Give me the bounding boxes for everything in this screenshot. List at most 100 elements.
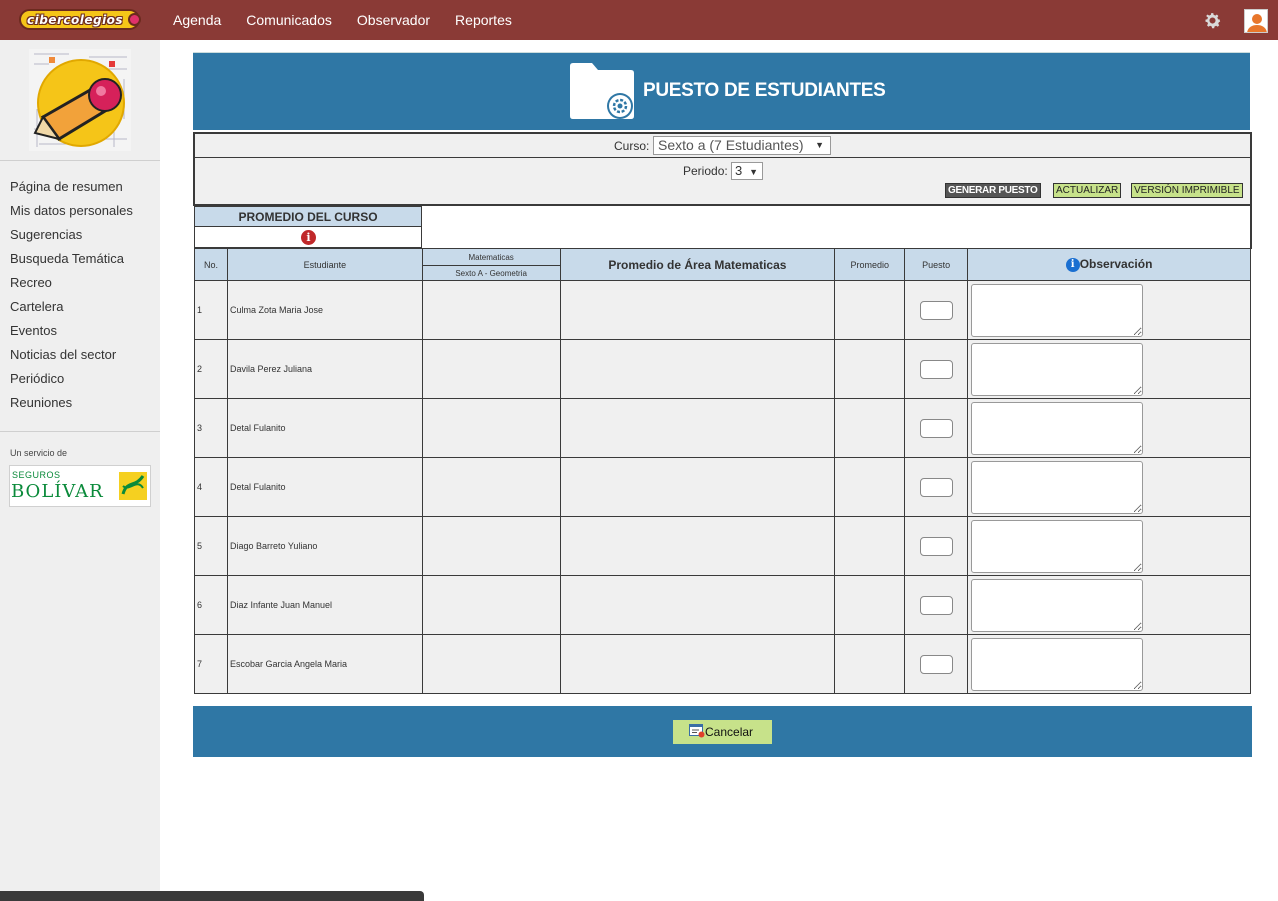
- observacion-textarea[interactable]: [971, 401, 1144, 455]
- row-puesto-cell: [904, 634, 969, 694]
- sidebar-item-noticias[interactable]: Noticias del sector: [10, 346, 133, 370]
- row-no: 1: [194, 280, 228, 340]
- curso-select-value: Sexto a (7 Estudiantes): [658, 137, 804, 153]
- periodo-select-value: 3: [735, 163, 743, 178]
- row-promedio-area: [559, 516, 836, 576]
- row-observacion-cell: [967, 575, 1251, 635]
- observacion-textarea[interactable]: [971, 460, 1144, 514]
- settings-gear-icon[interactable]: [1202, 10, 1223, 31]
- sponsor-logo[interactable]: SEGUROS BOLÍVAR: [9, 465, 151, 507]
- curso-label: Curso:: [614, 139, 650, 153]
- puesto-input[interactable]: [919, 595, 953, 615]
- sidebar: Página de resumen Mis datos personales S…: [0, 40, 160, 901]
- curso-select[interactable]: Sexto a (7 Estudiantes) ▼: [653, 136, 831, 155]
- sidebar-item-reuniones[interactable]: Reuniones: [10, 394, 133, 418]
- nav-reportes[interactable]: Reportes: [455, 12, 512, 28]
- row-puesto-cell: [904, 516, 969, 576]
- row-puesto-cell: [904, 457, 969, 517]
- observacion-textarea[interactable]: [971, 342, 1144, 396]
- sidebar-item-busqueda[interactable]: Busqueda Temática: [10, 250, 133, 274]
- puesto-input[interactable]: [919, 654, 953, 674]
- row-materia-grade: [421, 339, 561, 399]
- version-imprimible-button[interactable]: VERSIÓN IMPRIMIBLE: [1131, 183, 1243, 198]
- row-puesto-cell: [904, 398, 969, 458]
- puesto-input[interactable]: [919, 300, 953, 320]
- table-row: 3 Detal Fulanito: [194, 398, 1251, 458]
- sidebar-item-cartelera[interactable]: Cartelera: [10, 298, 133, 322]
- row-materia-grade: [421, 398, 561, 458]
- header-no: No.: [194, 248, 228, 281]
- folder-settings-icon: [570, 63, 634, 119]
- header-materia: Matematicas Sexto A - Geometria: [421, 248, 561, 281]
- row-observacion-cell: [967, 339, 1251, 399]
- periodo-select[interactable]: 3 ▼: [731, 162, 763, 180]
- row-observacion-cell: [967, 457, 1251, 517]
- row-observacion-cell: [967, 398, 1251, 458]
- cancel-button[interactable]: Cancelar: [673, 720, 772, 744]
- nav-comunicados[interactable]: Comunicados: [246, 12, 332, 28]
- sidebar-menu: Página de resumen Mis datos personales S…: [10, 178, 133, 418]
- nav-observador[interactable]: Observador: [357, 12, 430, 28]
- puesto-input[interactable]: [919, 536, 953, 556]
- observacion-textarea[interactable]: [971, 637, 1144, 691]
- cancel-form-icon: [689, 724, 705, 738]
- row-observacion-cell: [967, 280, 1251, 340]
- info-red-icon[interactable]: i: [301, 230, 316, 245]
- actualizar-button[interactable]: ACTUALIZAR: [1053, 183, 1122, 198]
- students-table: No. Estudiante Matematicas Sexto A - Geo…: [194, 248, 1251, 694]
- row-promedio-area: [559, 339, 836, 399]
- generar-puesto-button[interactable]: GENERAR PUESTO: [945, 183, 1041, 198]
- sidebar-item-resumen[interactable]: Página de resumen: [10, 178, 133, 202]
- page-header: PUESTO DE ESTUDIANTES: [193, 52, 1250, 130]
- table-row: 5 Diago Barreto Yuliano: [194, 516, 1251, 576]
- table-row: 2 Davila Perez Juliana: [194, 339, 1251, 399]
- puesto-input[interactable]: [919, 477, 953, 497]
- promedio-curso-spacer: [422, 205, 1252, 249]
- sidebar-item-periodico[interactable]: Periódico: [10, 370, 133, 394]
- brand-logo[interactable]: cibercolegios: [19, 9, 141, 30]
- observacion-textarea[interactable]: [971, 519, 1144, 573]
- chevron-down-icon: ▼: [749, 167, 758, 177]
- puesto-input[interactable]: [919, 418, 953, 438]
- row-no: 2: [194, 339, 228, 399]
- nav-agenda[interactable]: Agenda: [173, 12, 221, 28]
- row-no: 3: [194, 398, 228, 458]
- row-promedio: [834, 634, 906, 694]
- row-promedio-area: [559, 575, 836, 635]
- header-observacion-label: Observación: [1079, 257, 1153, 271]
- row-materia-grade: [421, 457, 561, 517]
- chevron-down-icon: ▼: [815, 140, 824, 150]
- table-row: 7 Escobar Garcia Angela Maria: [194, 634, 1251, 694]
- row-puesto-cell: [904, 280, 969, 340]
- promedio-curso-label: PROMEDIO DEL CURSO: [195, 207, 421, 227]
- row-promedio: [834, 516, 906, 576]
- row-no: 5: [194, 516, 228, 576]
- sidebar-divider: [0, 160, 160, 161]
- sidebar-item-datos-personales[interactable]: Mis datos personales: [10, 202, 133, 226]
- row-no: 7: [194, 634, 228, 694]
- observacion-textarea[interactable]: [971, 283, 1144, 337]
- observacion-textarea[interactable]: [971, 578, 1144, 632]
- sponsor-line1: SEGUROS: [12, 470, 61, 480]
- info-blue-icon[interactable]: i: [1065, 258, 1080, 272]
- header-materia-group: Sexto A - Geometria: [422, 264, 560, 280]
- sponsor-line2: BOLÍVAR: [11, 481, 104, 502]
- sidebar-item-eventos[interactable]: Eventos: [10, 322, 133, 346]
- top-navbar: cibercolegios Agenda Comunicados Observa…: [0, 0, 1278, 40]
- sidebar-item-recreo[interactable]: Recreo: [10, 274, 133, 298]
- row-student-name: Diaz Infante Juan Manuel: [226, 575, 423, 635]
- sponsor-emblem-icon: [119, 472, 147, 500]
- row-promedio: [834, 398, 906, 458]
- promedio-curso-value: i: [195, 228, 421, 247]
- user-avatar[interactable]: [1244, 9, 1268, 33]
- header-materia-name: Matematicas: [468, 252, 514, 262]
- row-puesto-cell: [904, 575, 969, 635]
- row-promedio-area: [559, 634, 836, 694]
- row-materia-grade: [421, 516, 561, 576]
- row-student-name: Diago Barreto Yuliano: [226, 516, 423, 576]
- main-nav: Agenda Comunicados Observador Reportes: [173, 0, 537, 40]
- puesto-input[interactable]: [919, 359, 953, 379]
- row-promedio: [834, 575, 906, 635]
- filter-divider: [195, 157, 1250, 158]
- sidebar-item-sugerencias[interactable]: Sugerencias: [10, 226, 133, 250]
